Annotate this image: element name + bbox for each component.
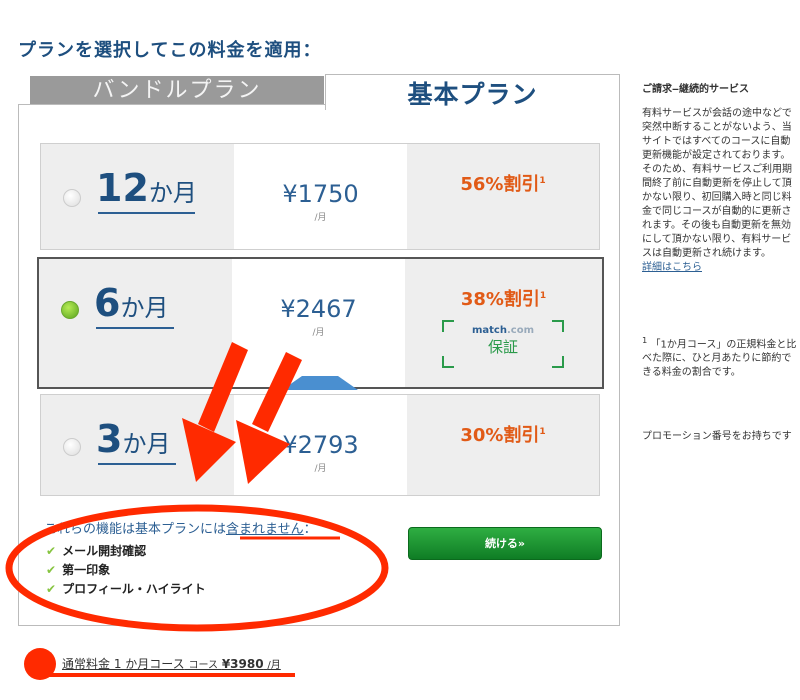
plan-discount: 38%割引1 — [460, 289, 547, 310]
tab-basic-plan[interactable]: 基本プラン — [325, 74, 620, 110]
annotation-dot-icon — [24, 648, 56, 680]
footnote-mark: 1 — [539, 427, 546, 437]
plan-months-unit: か月 — [148, 179, 197, 207]
checkmark-icon: ✔ — [46, 563, 57, 577]
regular-price-link[interactable]: 通常料金 1 か月コース コース ¥3980 /月 — [62, 655, 281, 672]
match-logo: match.com — [471, 325, 535, 336]
plan-months-unit: か月 — [122, 430, 171, 458]
not-included-emphasis: 含まれません — [226, 522, 304, 537]
plan-months-number: 6 — [94, 281, 121, 325]
plan-radio-3[interactable] — [63, 438, 81, 456]
plan-price-unit: /月 — [314, 464, 327, 474]
checkmark-icon: ✔ — [46, 544, 57, 558]
plan-months-unit: か月 — [120, 294, 169, 322]
billing-heading: ご請求‒継続的サービス — [642, 84, 749, 95]
plan-duration: 12か月 — [96, 166, 197, 210]
plan-price-cell: ¥1750 /月 — [234, 144, 407, 249]
guarantee-label: 保証 — [487, 338, 518, 356]
promo-code-link[interactable]: プロモーション番号をお持ちです — [642, 430, 800, 444]
selection-pointer-icon — [282, 376, 358, 390]
plan-option-12-months[interactable]: 12か月 ¥1750 /月 56%割引1 — [40, 143, 600, 250]
plan-price: ¥2793 — [282, 431, 359, 459]
continue-button[interactable]: 続ける» — [408, 527, 602, 560]
plan-price-cell: ¥2467 /月 — [232, 259, 405, 387]
plan-discount: 30%割引1 — [460, 425, 546, 446]
plan-discount: 56%割引1 — [460, 174, 546, 195]
plan-price: ¥2467 — [280, 295, 357, 323]
plan-option-6-months[interactable]: 6か月 ¥2467 /月 38%割引1 match.com 保証 — [37, 257, 604, 389]
feature-item: ✔ 第一印象 — [46, 563, 111, 577]
plan-price: ¥1750 — [282, 180, 359, 208]
plan-radio-6-selected[interactable] — [61, 301, 79, 319]
duration-underline — [98, 463, 176, 465]
plan-price-cell: ¥2793 /月 — [234, 395, 407, 495]
plan-price-unit: /月 — [312, 328, 325, 338]
feature-item: ✔ プロフィール・ハイライト — [46, 582, 206, 596]
checkmark-icon: ✔ — [46, 582, 57, 596]
plan-duration-cell: 3か月 — [41, 395, 234, 495]
plan-option-3-months[interactable]: 3か月 ¥2793 /月 30%割引1 — [40, 394, 600, 496]
plan-duration: 3か月 — [96, 417, 170, 461]
features-excluded-title: これらの機能は基本プランには含まれません： — [44, 522, 317, 537]
match-guarantee-badge: match.com 保証 — [442, 320, 564, 368]
footnote-mark: 1 — [539, 176, 546, 186]
plan-duration: 6か月 — [94, 281, 168, 325]
panel-divider — [18, 104, 325, 105]
footnote-mark: 1 — [539, 291, 547, 301]
details-link[interactable]: 詳細はこちら — [642, 262, 702, 273]
plan-duration-cell: 6か月 — [39, 259, 232, 387]
plan-discount-cell: 30%割引1 — [407, 395, 599, 495]
billing-description: 有料サービスが会話の途中などで突然中断することがないよう、当サイトではすべてのコ… — [642, 108, 792, 273]
plan-discount-cell: 38%割引1 match.com 保証 — [405, 259, 602, 387]
plan-radio-12[interactable] — [63, 189, 81, 207]
plan-duration-cell: 12か月 — [41, 144, 234, 249]
plan-discount-cell: 56%割引1 — [407, 144, 599, 249]
duration-underline — [96, 327, 174, 329]
duration-underline — [98, 212, 195, 214]
page-title: プランを選択してこの料金を適用： — [18, 40, 322, 61]
footnote-text: 1 「1か月コース」の正規料金と比べた際に、ひと月あたりに節約できる料金の割合で… — [642, 335, 797, 379]
tab-bundle-plan[interactable]: バンドルプラン — [30, 76, 324, 104]
plan-months-number: 3 — [96, 417, 123, 461]
plan-months-number: 12 — [96, 166, 149, 210]
feature-item: ✔ メール開封確認 — [46, 544, 147, 558]
plan-price-unit: /月 — [314, 213, 327, 223]
